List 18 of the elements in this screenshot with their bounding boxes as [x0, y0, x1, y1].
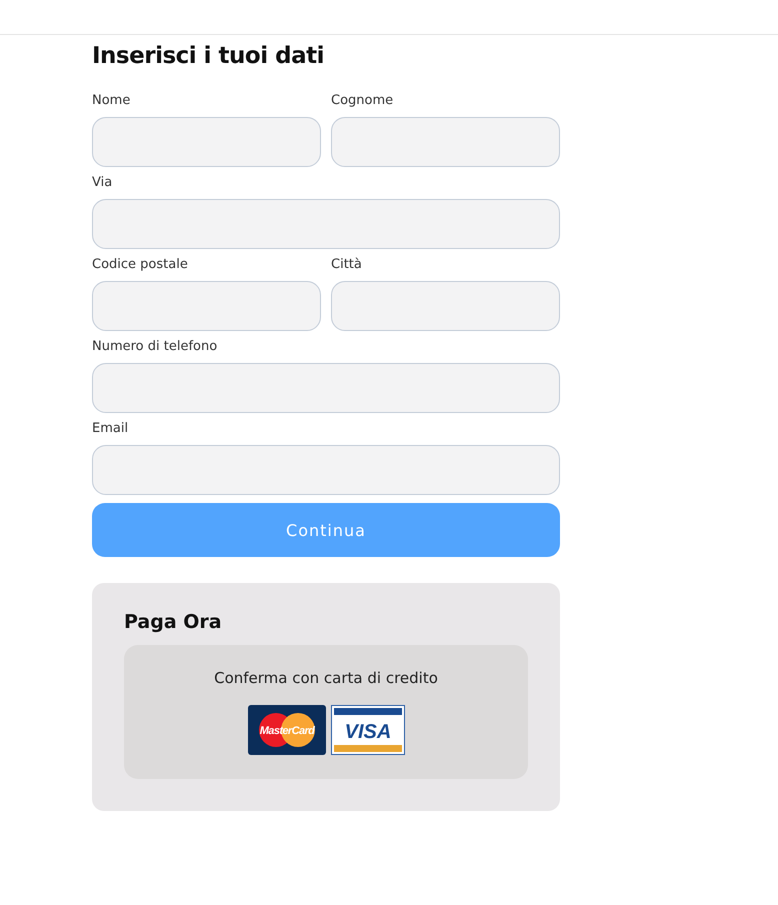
field-label: Numero di telefono	[92, 339, 218, 355]
field-label: Cognome	[331, 93, 394, 109]
payment-prompt: Conferma con carta di credito	[214, 669, 438, 687]
input-field[interactable]	[92, 445, 560, 495]
form-title: Inserisci i tuoi dati	[92, 43, 325, 69]
payment-title: Paga Ora	[124, 611, 223, 633]
input-field[interactable]	[331, 117, 560, 167]
input-field[interactable]	[92, 363, 560, 413]
field-label: Nome	[92, 93, 132, 109]
field-label: Via	[92, 175, 114, 191]
field-label: Codice postale	[92, 257, 189, 273]
input-field[interactable]	[92, 199, 560, 249]
input-field[interactable]	[92, 117, 321, 167]
visa-logo: VISA	[330, 705, 404, 755]
input-field[interactable]	[92, 281, 321, 331]
field-label: Città	[331, 257, 363, 273]
input-field[interactable]	[331, 281, 560, 331]
field-label: Email	[92, 421, 130, 437]
